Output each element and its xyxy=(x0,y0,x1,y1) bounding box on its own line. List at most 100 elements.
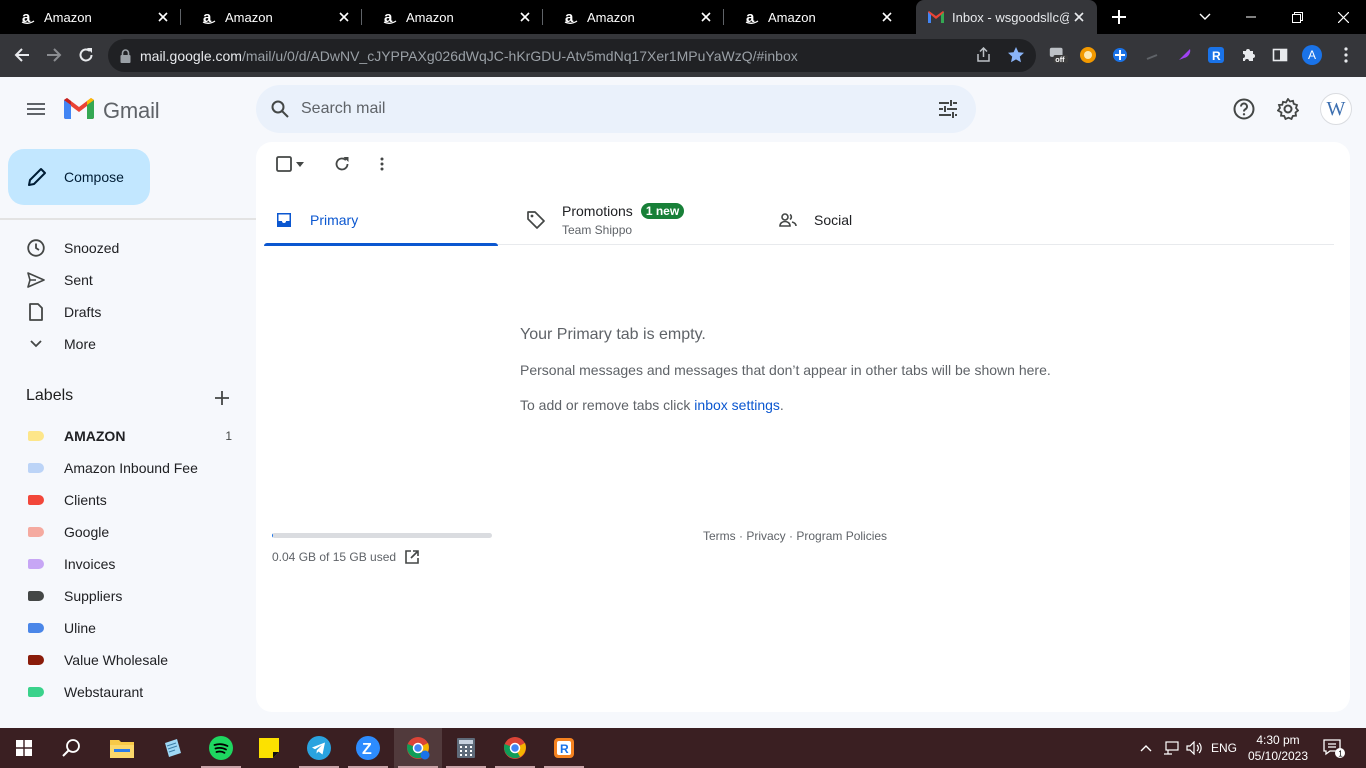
amazon-favicon-icon: a xyxy=(744,9,760,25)
minimize-icon[interactable] xyxy=(1228,0,1274,34)
storage-usage-fill xyxy=(272,533,273,538)
gmail-header: Gmail W xyxy=(0,77,1366,141)
account-avatar[interactable]: W xyxy=(1320,93,1352,125)
search-bar[interactable] xyxy=(256,85,976,133)
label-tag-icon xyxy=(28,527,44,537)
nav-item-snoozed[interactable]: Snoozed xyxy=(16,232,236,264)
compose-button[interactable]: Compose xyxy=(8,149,150,205)
chrome-profile-a-icon[interactable] xyxy=(394,728,442,768)
privacy-link[interactable]: Privacy xyxy=(746,529,785,543)
volume-icon[interactable] xyxy=(1184,728,1206,768)
profile-avatar[interactable]: A xyxy=(1302,45,1322,65)
label-item[interactable]: Clients xyxy=(16,484,240,516)
close-tab-icon[interactable] xyxy=(515,7,535,27)
search-options-icon[interactable] xyxy=(936,97,960,121)
windows-taskbar: Z R ENG 4:30 pm 05/10/2023 1 xyxy=(0,728,1366,768)
label-item[interactable]: AMAZON 1 xyxy=(16,420,240,452)
forward-icon[interactable] xyxy=(39,40,69,70)
label-item[interactable]: Invoices xyxy=(16,548,240,580)
nav-item-more[interactable]: More xyxy=(16,328,236,360)
label-item[interactable]: Webstaurant xyxy=(16,676,240,708)
label-item[interactable]: Amazon Inbound Fee xyxy=(16,452,240,484)
restore-icon[interactable] xyxy=(1274,0,1320,34)
inbox-icon xyxy=(274,210,294,230)
more-options-icon[interactable] xyxy=(370,152,394,176)
browser-tab[interactable]: a Amazon xyxy=(0,0,181,34)
network-icon[interactable] xyxy=(1160,728,1184,768)
gmail-logo[interactable]: Gmail xyxy=(64,97,160,124)
extension-feather-icon[interactable] xyxy=(1174,45,1194,65)
side-panel-icon[interactable] xyxy=(1270,45,1290,65)
nav-item-sent[interactable]: Sent xyxy=(16,264,236,296)
search-icon[interactable] xyxy=(268,97,292,121)
new-tab-button[interactable] xyxy=(1106,5,1132,29)
sticky-notes-icon[interactable] xyxy=(245,728,293,768)
extension-r-icon[interactable]: R xyxy=(1206,45,1226,65)
notepad-icon[interactable] xyxy=(148,728,196,768)
notifications-icon[interactable]: 1 xyxy=(1318,728,1350,768)
tab-social[interactable]: Social xyxy=(768,194,1002,245)
tag-icon xyxy=(526,210,546,230)
tab-title: Amazon xyxy=(587,9,635,25)
r-app-icon[interactable]: R xyxy=(540,728,588,768)
extension-blue-icon[interactable] xyxy=(1110,45,1130,65)
label-item[interactable]: Suppliers xyxy=(16,580,240,612)
system-clock[interactable]: 4:30 pm 05/10/2023 xyxy=(1240,732,1316,764)
label-item[interactable]: Uline xyxy=(16,612,240,644)
close-tab-icon[interactable] xyxy=(877,7,897,27)
label-name: Clients xyxy=(64,492,107,508)
share-icon[interactable] xyxy=(974,45,994,65)
calculator-icon[interactable] xyxy=(442,728,490,768)
label-item[interactable]: Google xyxy=(16,516,240,548)
close-tab-icon[interactable] xyxy=(153,7,173,27)
reload-icon[interactable] xyxy=(71,40,101,70)
search-taskbar-icon[interactable] xyxy=(48,728,96,768)
browser-tab[interactable]: a Amazon xyxy=(724,0,905,34)
support-help-icon[interactable] xyxy=(1228,93,1260,125)
settings-gear-icon[interactable] xyxy=(1272,93,1304,125)
browser-tab[interactable]: a Amazon xyxy=(543,0,724,34)
browser-tab[interactable]: a Amazon xyxy=(362,0,543,34)
tab-label: Primary xyxy=(310,211,359,228)
add-label-icon[interactable] xyxy=(210,386,234,410)
extension-off-icon[interactable]: off xyxy=(1048,45,1068,65)
tab-promotions[interactable]: Promotions 1 new Team Shippo xyxy=(516,194,750,245)
zoom-icon[interactable]: Z xyxy=(344,728,392,768)
nav-item-drafts[interactable]: Drafts xyxy=(16,296,236,328)
refresh-icon[interactable] xyxy=(330,152,354,176)
browser-tab-active[interactable]: Inbox - wsgoodsllc@ xyxy=(916,0,1097,34)
inbox-settings-link[interactable]: inbox settings xyxy=(694,397,780,413)
nav-label: More xyxy=(64,336,96,352)
file-explorer-icon[interactable] xyxy=(98,728,146,768)
windows-start-icon[interactable] xyxy=(0,728,48,768)
label-item[interactable]: Value Wholesale xyxy=(16,644,240,676)
nav-scroll-divider xyxy=(0,218,256,220)
extension-orange-icon[interactable] xyxy=(1078,45,1098,65)
extension-dark-icon[interactable] xyxy=(1142,45,1162,65)
chrome-icon[interactable] xyxy=(491,728,539,768)
extensions-puzzle-icon[interactable] xyxy=(1238,45,1258,65)
spotify-icon[interactable] xyxy=(197,728,245,768)
telegram-icon[interactable] xyxy=(295,728,343,768)
address-bar[interactable]: mail.google.com/mail/u/0/d/ADwNV_cJYPPAX… xyxy=(108,39,1036,72)
close-window-icon[interactable] xyxy=(1320,0,1366,34)
tray-chevron-up-icon[interactable] xyxy=(1136,728,1156,768)
back-icon[interactable] xyxy=(7,40,37,70)
search-input[interactable] xyxy=(301,100,901,118)
amazon-favicon-icon: a xyxy=(201,9,217,25)
main-menu-icon[interactable] xyxy=(20,93,52,125)
lock-icon[interactable] xyxy=(120,48,131,63)
input-language[interactable]: ENG xyxy=(1208,728,1240,768)
terms-link[interactable]: Terms xyxy=(703,529,736,543)
close-tab-icon[interactable] xyxy=(1069,7,1089,27)
tab-primary[interactable]: Primary xyxy=(264,194,498,246)
program-policies-link[interactable]: Program Policies xyxy=(796,529,887,543)
more-vert-icon[interactable] xyxy=(1336,45,1356,65)
tab-search-icon[interactable] xyxy=(1182,0,1228,34)
close-tab-icon[interactable] xyxy=(334,7,354,27)
browser-tab[interactable]: a Amazon xyxy=(181,0,362,34)
bookmark-star-icon[interactable] xyxy=(1006,45,1026,65)
open-in-new-icon[interactable] xyxy=(404,549,420,565)
select-dropdown-icon[interactable] xyxy=(292,152,308,176)
close-tab-icon[interactable] xyxy=(696,7,716,27)
